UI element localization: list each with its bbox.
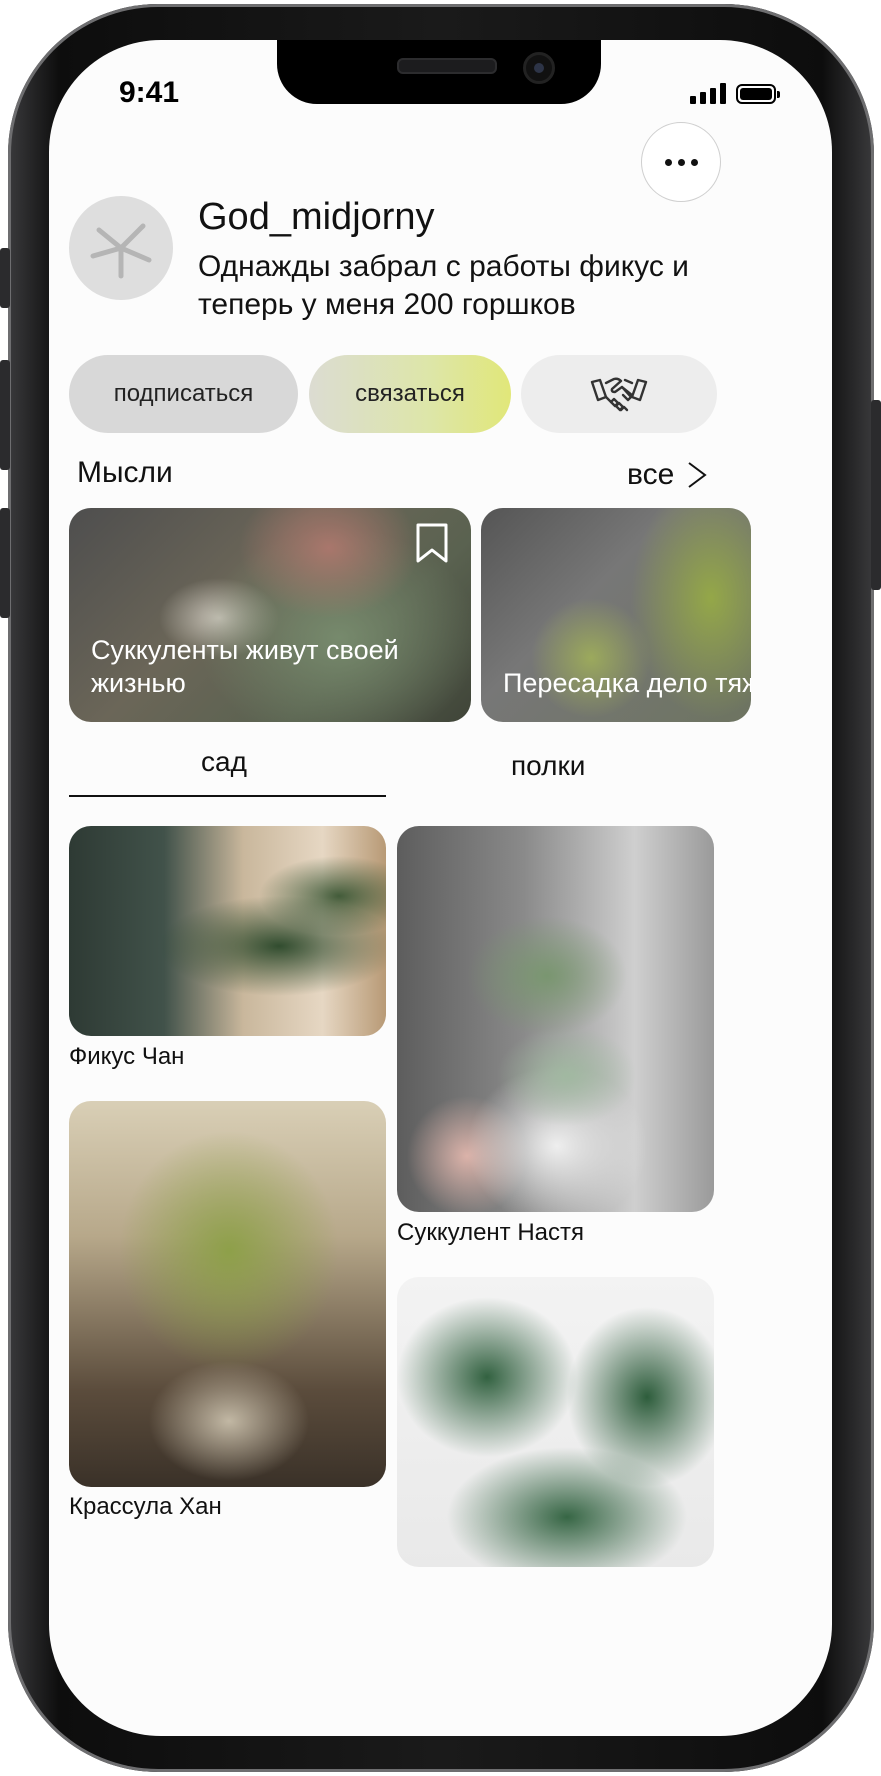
thought-card[interactable]: Пересадка дело тяжелое [481,508,751,722]
subscribe-button[interactable]: подписаться [69,355,298,433]
status-time: 9:41 [119,76,180,109]
plant-photo[interactable] [397,1277,714,1567]
handshake-icon [590,377,648,412]
more-dot-icon [690,158,698,166]
notch [277,40,601,104]
speaker [397,58,497,74]
more-dot-icon [664,158,672,166]
plant-photo[interactable] [69,826,386,1036]
phone-volume-up-button [0,360,10,470]
thought-card-text: Пересадка дело тяжелое [503,668,751,698]
avatar[interactable] [69,196,173,300]
phone-power-button [871,400,881,590]
more-options-button[interactable] [641,122,721,202]
front-camera [523,52,555,84]
phone-side-button [0,248,10,308]
plant-photo[interactable] [397,826,714,1212]
plant-name: Суккулент Настя [397,1219,585,1246]
plant-name: Фикус Чан [69,1043,185,1070]
phone-volume-down-button [0,508,10,618]
screen: 9:41 God_midjorny Однажды забрал с работ… [49,40,832,1736]
profile-bio: Однажды забрал с работы фикус и теперь у… [198,250,689,321]
avatar-placeholder-icon [90,223,152,279]
thoughts-title: Мысли [77,456,173,489]
thoughts-all-link[interactable]: все [627,458,708,492]
username: God_midjorny [198,196,435,238]
plant-photo[interactable] [69,1101,386,1487]
deal-button[interactable] [521,355,717,433]
thoughts-all-label: все [627,458,675,491]
active-tab-indicator [69,795,386,797]
plant-name: Крассула Хан [69,1493,222,1520]
contact-button[interactable]: связаться [309,355,511,433]
status-icons [690,82,780,104]
battery-icon [736,84,780,104]
chevron-right-icon [688,462,707,488]
thought-card-text: Суккуленты живут своей жизнью [91,635,399,698]
thought-card[interactable]: Суккуленты живут своей жизнью [69,508,471,722]
tab-shelves[interactable]: полки [511,750,585,782]
more-dot-icon [677,158,685,166]
signal-icon [690,82,726,104]
tab-garden[interactable]: сад [201,746,247,778]
bookmark-icon[interactable] [415,522,449,564]
